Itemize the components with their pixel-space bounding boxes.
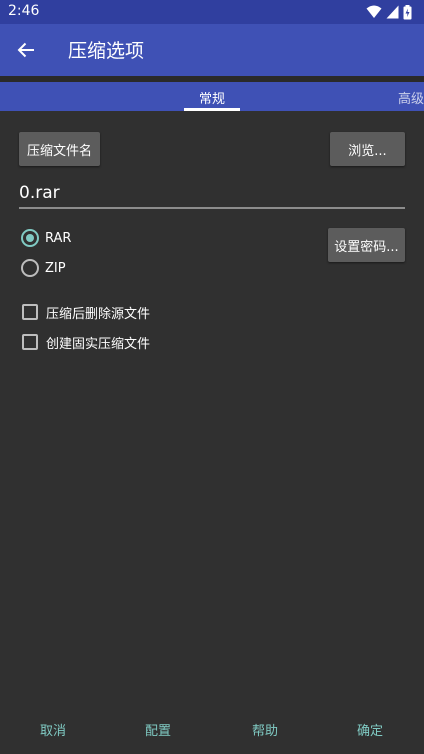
config-button[interactable]: 配置: [138, 720, 178, 739]
tab-indicator: [184, 108, 240, 111]
cancel-button[interactable]: 取消: [33, 720, 73, 739]
format-radio-rar[interactable]: RAR: [21, 228, 71, 248]
app-bar: 压缩选项: [0, 24, 424, 76]
archive-name-value: 0.rar: [19, 183, 60, 203]
checkbox-label-delete: 压缩后删除源文件: [46, 306, 151, 322]
battery-icon: [403, 4, 412, 19]
help-button[interactable]: 帮助: [245, 720, 285, 739]
radio-button-checked[interactable]: [21, 229, 39, 247]
archive-name-input[interactable]: 0.rar: [19, 183, 405, 209]
back-button[interactable]: [10, 34, 42, 66]
bottom-action-bar: 取消 配置 帮助 确定: [0, 712, 424, 744]
page-title: 压缩选项: [68, 40, 145, 62]
browse-button[interactable]: 浏览...: [330, 132, 405, 166]
format-radio-zip[interactable]: ZIP: [21, 258, 66, 278]
status-icons: [366, 4, 412, 20]
radio-button-unchecked[interactable]: [21, 259, 39, 277]
status-time: 2:46: [8, 3, 40, 19]
radio-label-zip: ZIP: [45, 260, 66, 276]
arrow-left-icon: [17, 42, 34, 58]
radio-label-rar: RAR: [45, 230, 72, 246]
checkbox-delete-after-archiving[interactable]: 压缩后删除源文件: [22, 303, 151, 322]
checkbox-create-solid-archive[interactable]: 创建固实压缩文件: [22, 333, 151, 352]
wifi-icon: [366, 5, 382, 18]
checkbox[interactable]: [22, 334, 38, 350]
checkbox[interactable]: [22, 304, 38, 320]
tab-advanced[interactable]: 高级: [398, 88, 424, 107]
tab-bar: 常规 高级: [0, 82, 424, 111]
archive-name-button[interactable]: 压缩文件名: [19, 132, 100, 166]
checkbox-label-solid: 创建固实压缩文件: [46, 336, 151, 352]
status-bar: 2:46: [0, 0, 424, 24]
ok-button[interactable]: 确定: [350, 720, 390, 739]
set-password-button[interactable]: 设置密码...: [328, 228, 405, 262]
signal-icon: [386, 5, 399, 19]
tab-general[interactable]: 常规: [186, 88, 238, 107]
